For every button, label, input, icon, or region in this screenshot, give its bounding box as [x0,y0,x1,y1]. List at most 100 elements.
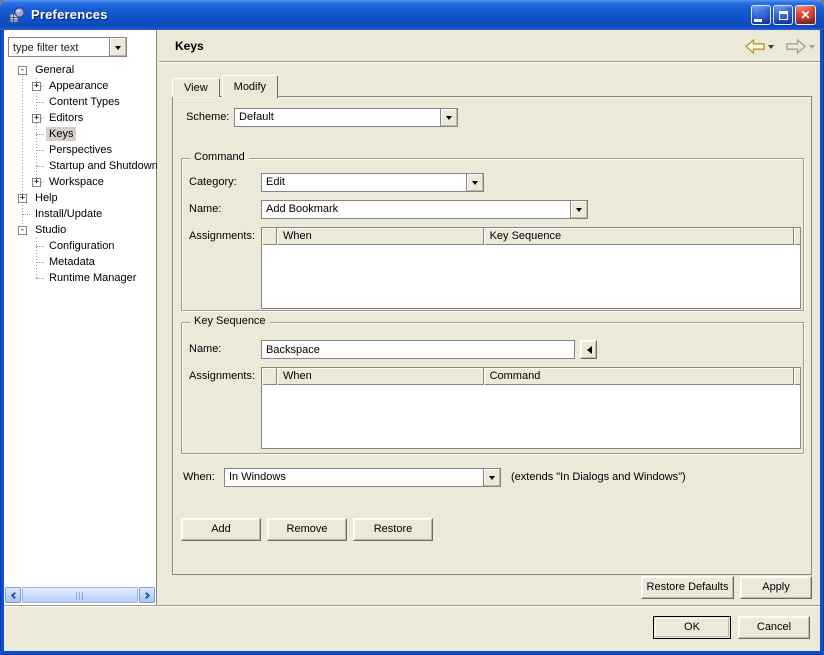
category-label: Category: [189,176,237,188]
page-title: Keys [175,39,204,53]
command-name-combo[interactable]: Add Bookmark [261,200,588,219]
forward-history-dropdown[interactable] [809,45,815,52]
when-dropdown-button[interactable] [483,469,500,486]
collapse-icon[interactable]: - [18,226,27,235]
scheme-dropdown-button[interactable] [440,109,457,126]
sidebar-item-startup-and-shutdown[interactable]: Startup and Shutdown [4,158,157,174]
tree-label: Help [32,191,61,205]
tree-label: Editors [46,111,86,125]
scroll-left-button[interactable] [5,587,21,603]
sidebar-item-general[interactable]: - General [4,62,157,78]
key-sequence-input[interactable] [261,340,575,359]
tree-label: Configuration [46,239,117,253]
when-combo[interactable]: In Windows [224,468,501,487]
sidebar-item-help[interactable]: + Help [4,190,157,206]
sidebar-item-configuration[interactable]: Configuration [4,238,157,254]
when-extends-note: (extends "In Dialogs and Windows") [511,471,686,483]
command-assignments-table[interactable]: When Key Sequence [261,227,801,309]
category-combo[interactable]: Edit [261,173,484,192]
scroll-right-button[interactable] [139,587,155,603]
sidebar-item-studio[interactable]: - Studio [4,222,157,238]
table-header-when: When [277,228,484,245]
scrollbar-grip-icon [76,592,85,600]
scrollbar-thumb[interactable] [22,587,138,603]
tree-label: Startup and Shutdown [46,159,157,173]
filter-dropdown-button[interactable] [109,38,126,56]
preferences-tree: - General + Appearance Content Types + E… [4,60,157,583]
key-sequence-assignments-table[interactable]: When Command [261,367,801,449]
sidebar-item-perspectives[interactable]: Perspectives [4,142,157,158]
cancel-button[interactable]: Cancel [738,616,810,639]
table-header-command: Command [484,368,794,385]
command-group: Command Category: Edit Name: Add Bookmar… [181,158,804,311]
when-value: In Windows [225,469,483,486]
chevron-down-icon [446,116,452,123]
tree-label: Appearance [46,79,111,93]
table-header-blank [262,368,277,385]
tree-label: Install/Update [32,207,105,221]
remove-button[interactable]: Remove [267,518,347,541]
expand-icon[interactable]: + [32,114,41,123]
sidebar-item-editors[interactable]: + Editors [4,110,157,126]
collapse-icon[interactable]: - [18,66,27,75]
expand-icon[interactable]: + [18,194,27,203]
table-header-blank [794,228,800,245]
table-header-key-sequence: Key Sequence [484,228,794,245]
sidebar-item-appearance[interactable]: + Appearance [4,78,157,94]
history-navigation [745,39,815,54]
scrollbar-track[interactable] [21,587,139,603]
window-border-right [820,30,824,655]
tree-label: Content Types [46,95,123,109]
filter-input[interactable] [9,38,109,56]
tree-label-selected: Keys [46,127,76,141]
restore-defaults-button[interactable]: Restore Defaults [641,576,734,599]
chevron-down-icon [576,208,582,215]
add-button[interactable]: Add [181,518,261,541]
key-capture-button[interactable] [580,340,597,359]
restore-button[interactable]: Restore [353,518,433,541]
filter-combo[interactable] [8,37,127,57]
sidebar-item-keys[interactable]: Keys [4,126,157,142]
apply-button[interactable]: Apply [740,576,812,599]
when-label: When: [183,471,215,483]
scheme-combo[interactable]: Default [234,108,458,127]
sidebar-item-runtime-manager[interactable]: Runtime Manager [4,270,157,286]
tree-label: Runtime Manager [46,271,139,285]
chevron-down-icon [489,476,495,483]
command-group-title: Command [190,151,249,163]
expand-icon[interactable]: + [32,82,41,91]
forward-button[interactable] [786,39,806,54]
ok-button[interactable]: OK [653,616,731,639]
back-history-dropdown[interactable] [768,45,774,52]
sidebar-item-workspace[interactable]: + Workspace [4,174,157,190]
sidebar-item-install-update[interactable]: Install/Update [4,206,157,222]
sidebar-item-metadata[interactable]: Metadata [4,254,157,270]
tab-modify[interactable]: Modify [222,75,278,98]
title-bar[interactable]: Preferences ✕ [0,0,824,30]
window-title: Preferences [31,7,108,22]
maximize-icon [779,11,788,20]
horizontal-scrollbar[interactable] [5,587,155,603]
key-sequence-name-label: Name: [189,343,221,355]
expand-icon[interactable]: + [32,178,41,187]
scheme-value: Default [235,109,440,126]
category-dropdown-button[interactable] [466,174,483,191]
tree-label: General [32,63,77,77]
dialog-body: - General + Appearance Content Types + E… [4,30,820,651]
back-button[interactable] [745,39,765,54]
tree-label: Metadata [46,255,98,269]
maximize-button[interactable] [773,5,793,25]
minimize-button[interactable] [751,5,771,25]
tab-view[interactable]: View [172,78,220,97]
command-name-dropdown-button[interactable] [570,201,587,218]
command-name-value: Add Bookmark [262,201,570,218]
forward-icon [786,39,806,54]
close-button[interactable]: ✕ [795,5,816,25]
keys-tab-bar: View Modify [172,74,280,97]
scheme-label: Scheme: [186,111,229,123]
sidebar-item-content-types[interactable]: Content Types [4,94,157,110]
back-icon [745,39,765,54]
close-icon: ✕ [800,9,810,21]
window-border-bottom [0,651,824,655]
triangle-left-icon [583,346,592,354]
